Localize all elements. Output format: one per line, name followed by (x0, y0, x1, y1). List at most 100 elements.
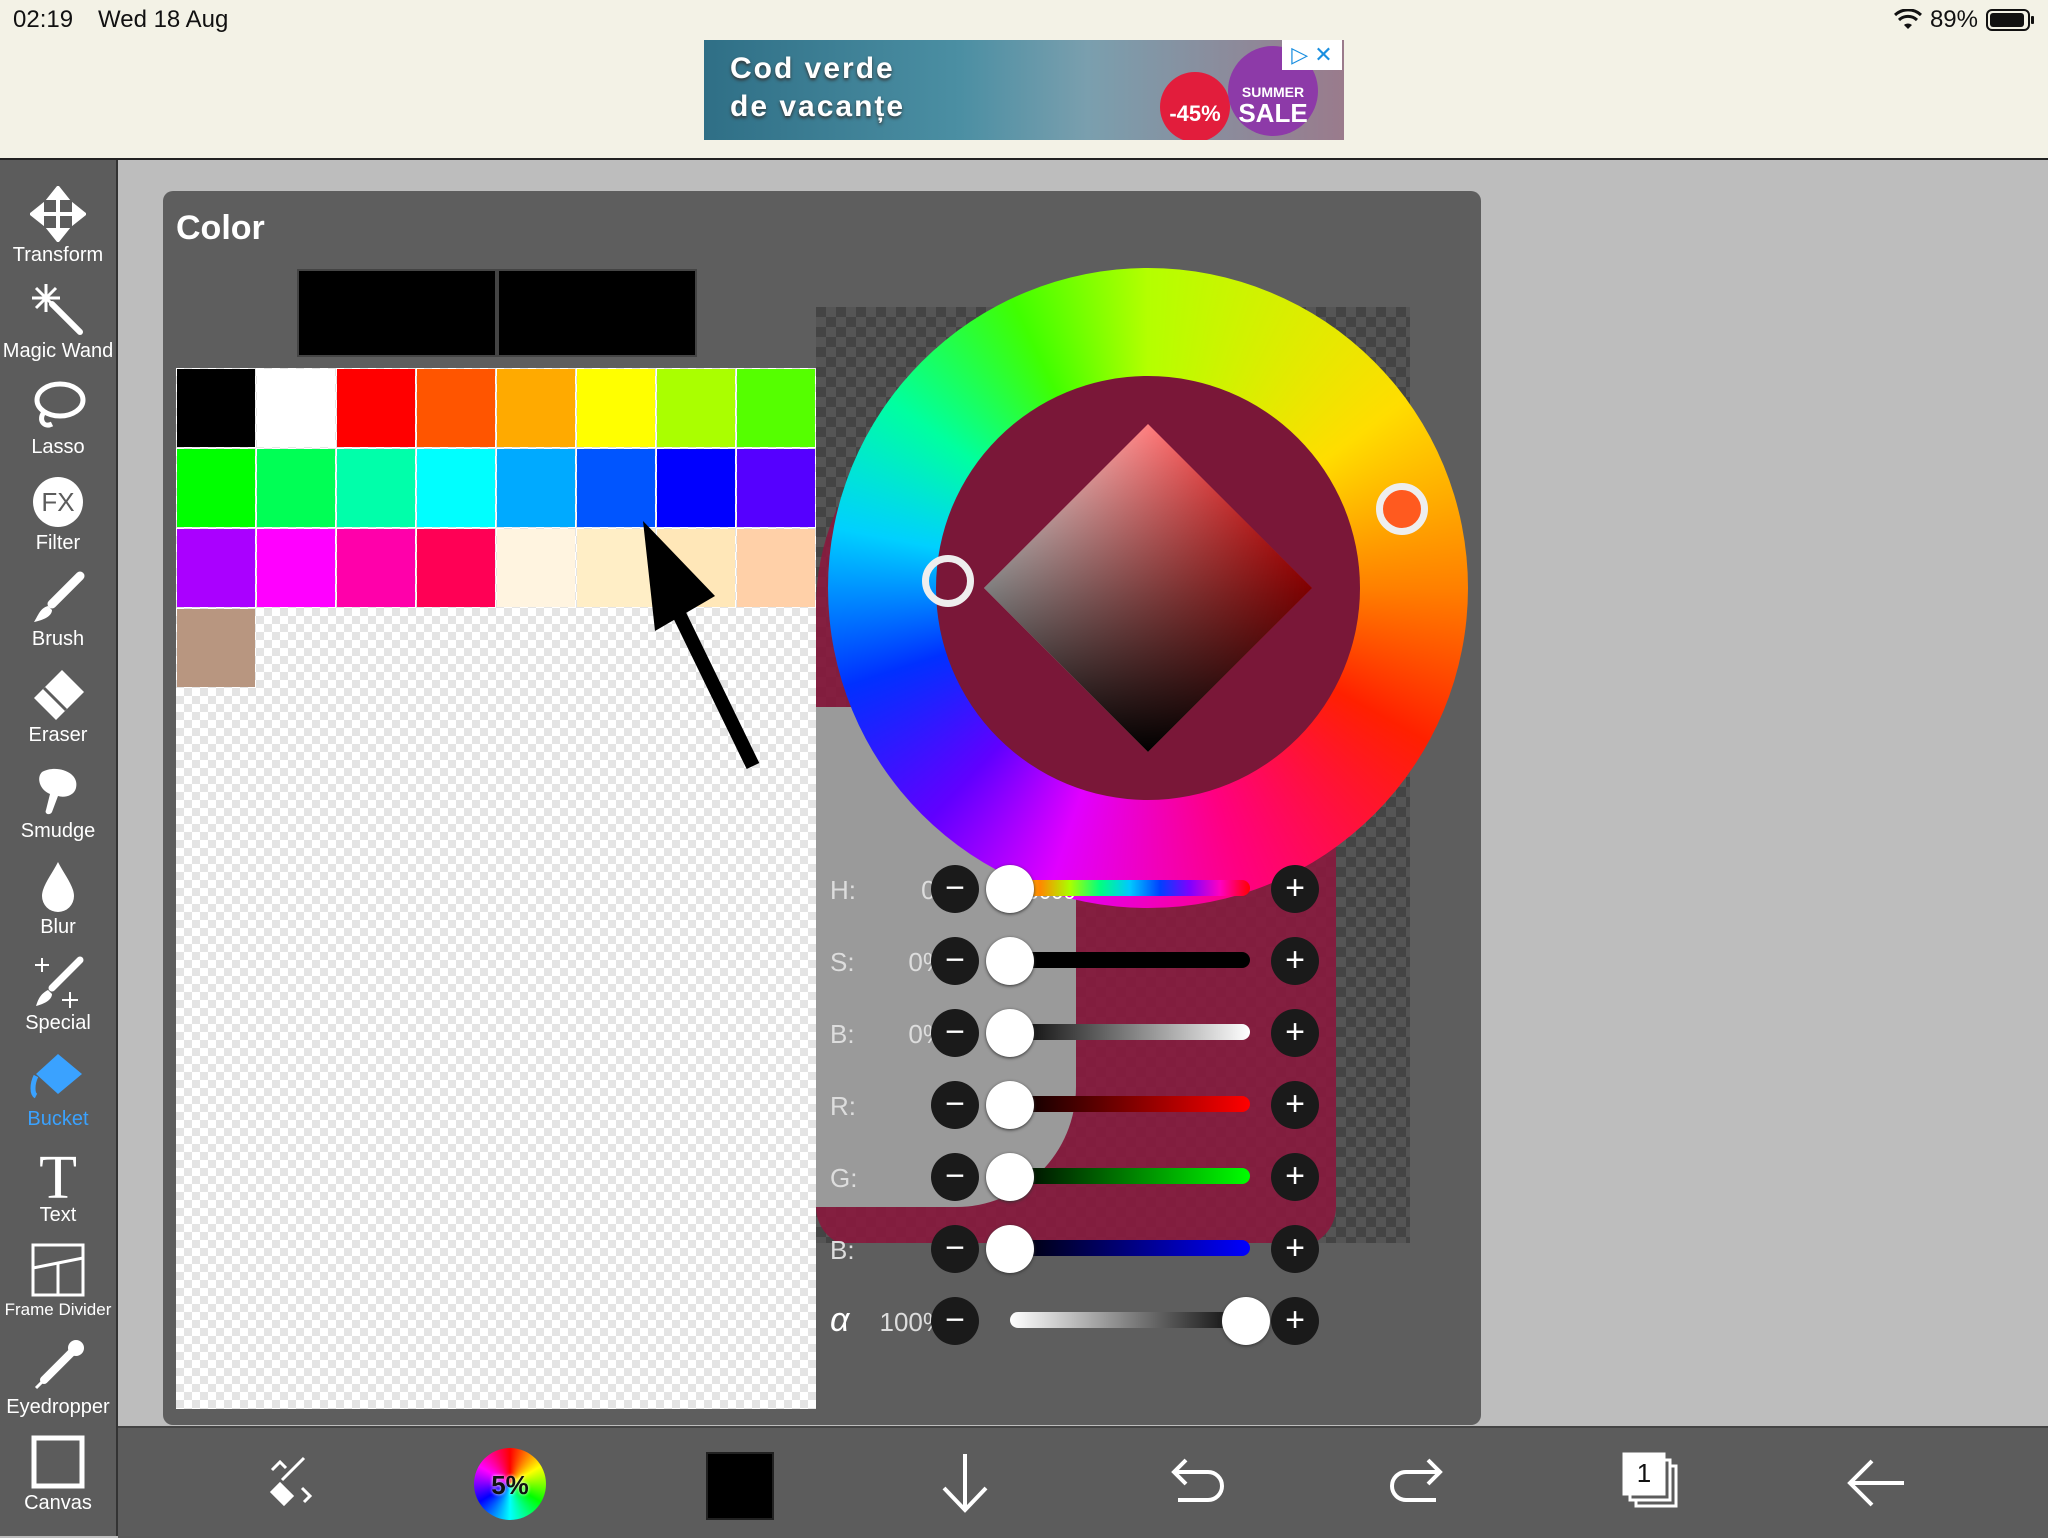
palette-swatch[interactable] (737, 369, 815, 447)
filter-fx-icon: FX (33, 477, 83, 527)
tool-text[interactable]: T Text (0, 1140, 116, 1236)
slider-track[interactable] (1010, 1096, 1250, 1112)
ad-discount: -45% (1160, 72, 1230, 140)
tool-lasso[interactable]: Lasso (0, 372, 116, 468)
bottom-toolbar: 5% 1 (118, 1426, 2048, 1538)
increment-button[interactable]: + (1271, 937, 1319, 985)
canvas-icon (31, 1435, 85, 1489)
slider-track[interactable] (1010, 1168, 1250, 1184)
tool-canvas[interactable]: Canvas (0, 1428, 116, 1524)
palette-swatch[interactable] (257, 529, 335, 607)
palette-swatch[interactable] (337, 529, 415, 607)
increment-button[interactable]: + (1271, 865, 1319, 913)
palette-swatch[interactable] (417, 449, 495, 527)
slider-thumb[interactable] (986, 865, 1034, 913)
previous-color-swatch[interactable] (497, 269, 697, 357)
palette-swatch[interactable] (257, 369, 335, 447)
status-date: Wed 18 Aug (98, 6, 229, 33)
slider-track[interactable] (1010, 1240, 1250, 1256)
redo-icon[interactable] (1386, 1448, 1456, 1518)
decrement-button[interactable]: − (931, 865, 979, 913)
ad-close-icon[interactable]: ▷ ✕ (1282, 40, 1342, 70)
decrement-button[interactable]: − (931, 1225, 979, 1273)
palette-swatch[interactable] (497, 369, 575, 447)
decrement-button[interactable]: − (931, 1081, 979, 1129)
battery-percent: 89% (1929, 6, 1978, 33)
slider-label: B: (830, 1235, 855, 1265)
decrement-button[interactable]: − (931, 1297, 979, 1345)
hue-knob[interactable] (1376, 483, 1428, 535)
special-icon (35, 956, 84, 1008)
tool-bucket[interactable]: Bucket (0, 1044, 116, 1140)
palette-swatch[interactable] (177, 449, 255, 527)
increment-button[interactable]: + (1271, 1225, 1319, 1273)
quick-select-icon[interactable] (258, 1448, 328, 1518)
brush-size-indicator[interactable]: 5% (474, 1448, 546, 1520)
tool-special[interactable]: Special (0, 948, 116, 1044)
tool-filter[interactable]: FX Filter (0, 468, 116, 564)
increment-button[interactable]: + (1271, 1081, 1319, 1129)
tool-blur[interactable]: Blur (0, 852, 116, 948)
palette-swatch[interactable] (257, 449, 335, 527)
tool-brush[interactable]: Brush (0, 564, 116, 660)
annotation-arrow (643, 521, 760, 770)
magic-wand-icon (32, 284, 83, 335)
slider-thumb[interactable] (986, 1081, 1034, 1129)
palette-swatch[interactable] (577, 369, 655, 447)
sb-picker-knob[interactable] (922, 555, 974, 607)
current-color-swatch[interactable] (297, 269, 497, 357)
palette-swatch[interactable] (177, 609, 255, 687)
slider-thumb[interactable] (1222, 1297, 1270, 1345)
slider-track[interactable] (1010, 1312, 1250, 1328)
current-color-chip[interactable] (706, 1452, 774, 1520)
palette-swatch[interactable] (497, 449, 575, 527)
text-t-icon: T (39, 1146, 77, 1202)
palette-swatch[interactable] (417, 369, 495, 447)
tool-label: Blur (40, 916, 76, 938)
slider-thumb[interactable] (986, 1009, 1034, 1057)
tool-eyedropper[interactable]: Eyedropper (0, 1332, 116, 1428)
increment-button[interactable]: + (1271, 1153, 1319, 1201)
tool-magic-wand[interactable]: Magic Wand (0, 276, 116, 372)
download-arrow-icon[interactable] (930, 1448, 1000, 1518)
tool-eraser[interactable]: Eraser (0, 660, 116, 756)
layers-button[interactable]: 1 (1614, 1448, 1684, 1518)
tool-frame-divider[interactable]: Frame Divider (0, 1236, 116, 1332)
tool-label: Magic Wand (2, 340, 114, 362)
slider-track[interactable] (1010, 880, 1250, 896)
ad-line2: de vacanțe (730, 90, 906, 123)
tool-label: Bucket (27, 1108, 89, 1130)
palette-swatch[interactable] (177, 529, 255, 607)
slider-label: S: (830, 947, 855, 977)
slider-track[interactable] (1010, 952, 1250, 968)
tool-label: Smudge (20, 820, 96, 842)
slider-thumb[interactable] (986, 1225, 1034, 1273)
palette-swatch[interactable] (417, 529, 495, 607)
battery-icon (1986, 9, 2034, 31)
palette-swatch[interactable] (337, 369, 415, 447)
svg-text:T: T (39, 1146, 77, 1202)
color-panel: Color #000000 H:0°−+S:0%−+B:0%−+R:0−+G:0… (163, 191, 1481, 1425)
ad-banner[interactable]: Cod verde de vacanțe -45% SUMMER SALE ▷ … (704, 40, 1344, 140)
panel-title: Color (176, 209, 265, 247)
undo-icon[interactable] (1158, 1448, 1228, 1518)
slider-track[interactable] (1010, 1024, 1250, 1040)
palette-swatch[interactable] (497, 529, 575, 607)
palette-swatch[interactable] (657, 369, 735, 447)
slider-thumb[interactable] (986, 937, 1034, 985)
slider-thumb[interactable] (986, 1153, 1034, 1201)
saturation-brightness-picker[interactable] (984, 424, 1312, 752)
decrement-button[interactable]: − (931, 937, 979, 985)
layer-count: 1 (1636, 1458, 1652, 1488)
palette-swatch[interactable] (177, 369, 255, 447)
increment-button[interactable]: + (1271, 1297, 1319, 1345)
tool-transform[interactable]: Transform (0, 180, 116, 276)
decrement-button[interactable]: − (931, 1009, 979, 1057)
color-slider-row: G:0−+ (816, 1149, 1466, 1205)
increment-button[interactable]: + (1271, 1009, 1319, 1057)
palette-swatch[interactable] (337, 449, 415, 527)
tool-smudge[interactable]: Smudge (0, 756, 116, 852)
back-arrow-icon[interactable] (1842, 1448, 1912, 1518)
decrement-button[interactable]: − (931, 1153, 979, 1201)
wifi-icon (1893, 9, 1922, 29)
